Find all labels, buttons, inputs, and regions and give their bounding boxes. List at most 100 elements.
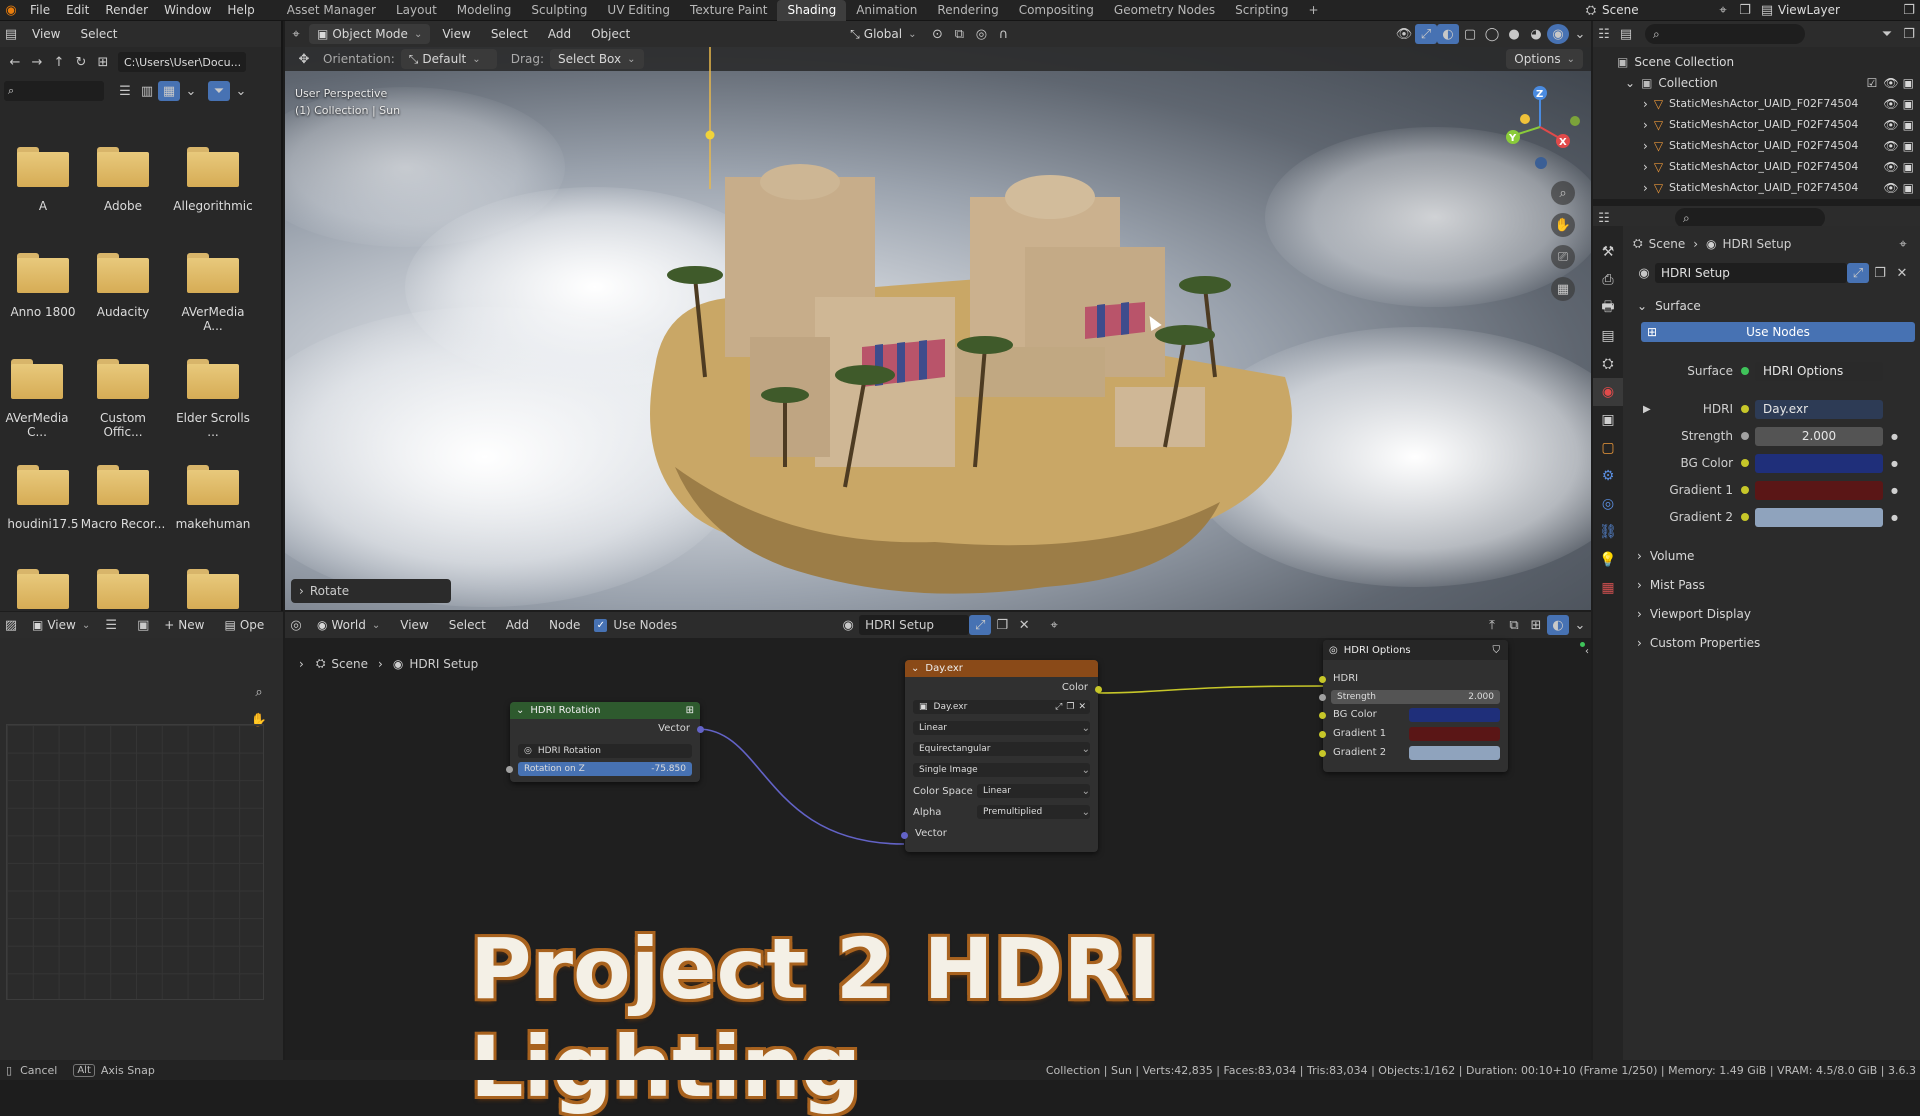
new-scene-icon[interactable]: ❐ <box>1734 0 1756 20</box>
world-name-field[interactable]: HDRI Setup <box>1655 263 1847 283</box>
grid-ortho-icon[interactable]: ▦ <box>1551 277 1575 301</box>
outliner-item[interactable]: › ▽ StaticMeshActor_UAID_F02F74504 👁 ▣ <box>1593 93 1920 114</box>
overlays-icon[interactable]: ◐ <box>1437 24 1459 44</box>
image-datablock-field[interactable]: ▣ Day.exr ⤢ ❐ ✕ <box>913 700 1090 714</box>
volume-panel-header[interactable]: › Volume <box>1637 544 1694 568</box>
expand-arrow-icon[interactable]: › <box>1643 118 1648 132</box>
folder-item[interactable]: A <box>0 147 86 213</box>
filter-icon[interactable]: ⏷ <box>1876 24 1898 44</box>
editor-type-icon[interactable]: ☷ <box>1593 208 1615 228</box>
expand-arrow-icon[interactable]: › <box>1643 181 1648 195</box>
surface-panel-header[interactable]: ⌄ Surface <box>1637 294 1701 318</box>
folder-item[interactable]: Elder Scrolls ... <box>170 359 256 439</box>
color-space-dropdown[interactable]: Linear <box>977 784 1090 798</box>
pin-icon[interactable]: ⌖ <box>1712 0 1734 20</box>
refresh-icon[interactable]: ↻ <box>70 52 92 72</box>
gizmo-neg-z-icon[interactable] <box>1535 157 1547 169</box>
shading-dropdown-icon[interactable]: ⌄ <box>1569 24 1591 44</box>
menu-help[interactable]: Help <box>219 0 262 21</box>
proportional-edit-icon[interactable]: ◎ <box>970 24 992 44</box>
eye-icon[interactable]: 👁 <box>1883 139 1898 153</box>
thumbnails-icon[interactable]: ▦ <box>158 81 180 101</box>
eye-icon[interactable]: 👁 <box>1883 97 1898 111</box>
xray-icon[interactable]: ▢ <box>1459 24 1481 44</box>
vp-menu-object[interactable]: Object <box>583 24 638 44</box>
vp-menu-view[interactable]: View <box>434 24 478 44</box>
new-image-button[interactable]: + New <box>156 615 212 635</box>
unlink-icon[interactable]: ✕ <box>1078 702 1086 712</box>
tool-tab-icon[interactable]: ⚒ <box>1593 238 1623 266</box>
keyframe-dot-icon[interactable]: ● <box>1891 513 1898 522</box>
menu-file[interactable]: File <box>22 0 58 21</box>
navigation-gizmo[interactable]: Z Y X <box>1495 75 1585 175</box>
hdri-options-node-header[interactable]: ◎ HDRI Options ⛉ <box>1323 640 1508 660</box>
view-mode-dropdown[interactable]: ▣ View <box>24 615 98 635</box>
expand-arrow-icon[interactable]: › <box>1643 160 1648 174</box>
fb-menu-select[interactable]: Select <box>72 24 125 44</box>
gizmo-neg-y-icon[interactable] <box>1570 116 1580 126</box>
fake-user-icon[interactable]: ⤢ <box>1055 702 1062 712</box>
eye-icon[interactable]: 👁 <box>1883 160 1898 174</box>
transform-orientation-dropdown[interactable]: ⤡ Global <box>842 24 924 44</box>
keyframe-dot-icon[interactable]: ● <box>1891 486 1898 495</box>
duplicate-icon[interactable]: ❐ <box>1869 263 1891 283</box>
outliner-search-input[interactable]: ⌕ <box>1645 24 1805 44</box>
menu-window[interactable]: Window <box>156 0 219 21</box>
texture-tab-icon[interactable]: ▦ <box>1593 574 1623 602</box>
bg-color-swatch[interactable] <box>1755 453 1883 473</box>
constraint-tab-icon[interactable]: ⛓ <box>1593 518 1623 546</box>
viewport-display-panel-header[interactable]: › Viewport Display <box>1637 602 1751 626</box>
filter-icon[interactable]: ⏷ <box>208 81 230 101</box>
image-browse-icon[interactable]: ▣ <box>132 615 154 635</box>
pan-hand-icon[interactable]: ✋ <box>1551 213 1575 237</box>
gradient1-swatch[interactable] <box>1409 727 1500 741</box>
visibility-icon[interactable]: 👁 <box>1393 24 1415 44</box>
folder-item[interactable]: Audacity <box>80 253 166 319</box>
interpolation-dropdown[interactable]: Linear <box>913 721 1090 735</box>
editor-type-icon[interactable]: ⌖ <box>285 24 307 44</box>
material-shading-icon[interactable]: ◕ <box>1525 24 1547 44</box>
gradient2-input-socket[interactable] <box>1319 750 1326 757</box>
vp-menu-add[interactable]: Add <box>540 24 579 44</box>
menu-render[interactable]: Render <box>97 0 156 21</box>
hdri-rotation-node[interactable]: ⌄ HDRI Rotation ⊞ Vector ◎ HDRI Rotation Ro… <box>506 702 704 782</box>
display-dropdown-icon[interactable]: ⌄ <box>180 81 202 101</box>
color-output-socket[interactable] <box>1095 686 1102 693</box>
forward-arrow-icon[interactable]: → <box>26 52 48 72</box>
tab-sculpting[interactable]: Sculpting <box>521 0 597 21</box>
camera-icon[interactable]: ▣ <box>1903 181 1914 195</box>
fb-search-input[interactable]: ⌕ <box>4 81 104 101</box>
sidebar-toggle-icon[interactable]: ‹ <box>1585 646 1589 657</box>
gradient2-swatch[interactable] <box>1409 746 1500 760</box>
fb-menu-view[interactable]: View <box>24 24 68 44</box>
modifier-tab-icon[interactable]: ⚙ <box>1593 462 1623 490</box>
back-arrow-icon[interactable]: ← <box>4 52 26 72</box>
sun-light-icon[interactable] <box>705 130 715 140</box>
folder-item[interactable]: AVerMedia A... <box>170 253 256 333</box>
physics-tab-icon[interactable]: ◎ <box>1593 490 1623 518</box>
node-group-icon[interactable]: ⊞ <box>686 705 694 716</box>
properties-search-input[interactable]: ⌕ <box>1675 208 1825 228</box>
path-field[interactable]: C:\Users\User\Docu... <box>118 52 246 72</box>
alpha-dropdown[interactable]: Premultiplied <box>977 805 1090 819</box>
uv-grid[interactable] <box>6 724 264 1000</box>
tab-modeling[interactable]: Modeling <box>447 0 522 21</box>
add-workspace-button[interactable]: + <box>1299 0 1329 21</box>
tab-shading[interactable]: Shading <box>777 0 847 21</box>
hdri-rotation-node-header[interactable]: ⌄ HDRI Rotation ⊞ <box>510 702 700 719</box>
zoom-icon[interactable]: ⌕ <box>248 682 270 702</box>
expand-arrow-icon[interactable]: › <box>1643 97 1648 111</box>
open-image-button[interactable]: ▤ Ope <box>216 615 272 635</box>
tab-uv-editing[interactable]: UV Editing <box>597 0 680 21</box>
tab-texture-paint[interactable]: Texture Paint <box>680 0 777 21</box>
output-tab-icon[interactable]: 🖶 <box>1593 294 1623 322</box>
vector-input-socket[interactable] <box>901 832 908 839</box>
outliner-item[interactable]: › ▽ StaticMeshActor_UAID_F02F74504 👁 ▣ <box>1593 135 1920 156</box>
image-texture-node-header[interactable]: ⌄ Day.exr <box>905 660 1098 677</box>
hdri-options-node[interactable]: ◎ HDRI Options ⛉ HDRI Strength 2.000 BG Col… <box>1319 640 1508 772</box>
scene-collection-row[interactable]: ▣ Scene Collection <box>1593 51 1920 72</box>
pin-icon[interactable]: ⌖ <box>1892 234 1914 254</box>
use-nodes-button[interactable]: ⊞ Use Nodes <box>1641 322 1915 342</box>
render-tab-icon[interactable]: ⎙ <box>1593 266 1623 294</box>
strength-value-field[interactable]: 2.000 <box>1755 426 1883 446</box>
